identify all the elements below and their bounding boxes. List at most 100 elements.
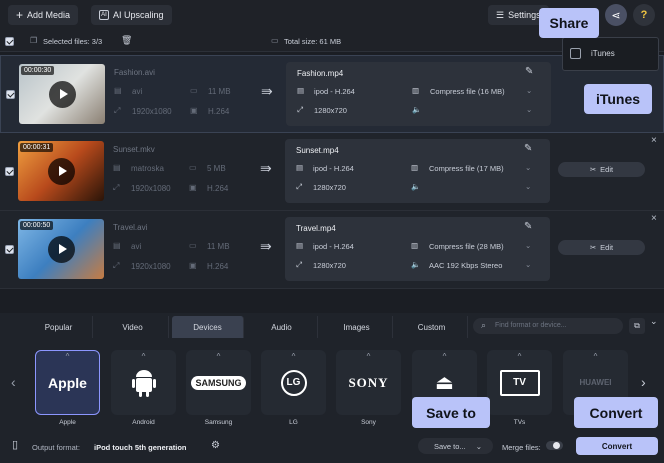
- merge-toggle[interactable]: [546, 441, 563, 450]
- expand-caret-icon[interactable]: ^: [336, 352, 401, 361]
- expand-caret-icon[interactable]: ^: [35, 352, 100, 361]
- play-icon[interactable]: [49, 81, 76, 108]
- file-checkbox[interactable]: [6, 90, 15, 99]
- device-label: Samsung: [204, 419, 233, 426]
- gear-icon[interactable]: ⚙: [211, 440, 220, 451]
- expand-caret-icon[interactable]: ^: [412, 352, 477, 361]
- chevron-down-icon[interactable]: ⌄: [525, 163, 531, 172]
- expand-caret-icon[interactable]: ^: [111, 352, 176, 361]
- pencil-icon[interactable]: ✎: [524, 143, 532, 154]
- add-media-button[interactable]: + Add Media: [8, 5, 79, 25]
- lg-logo: LG: [280, 369, 307, 396]
- codec-icon: ▣: [189, 261, 197, 270]
- file-checkbox[interactable]: [5, 245, 14, 254]
- list-empty-area: [0, 289, 664, 313]
- edit-button[interactable]: ✂ Edit: [558, 162, 645, 177]
- file-row[interactable]: 00:00:31 Sunset.mkv ▤ matroska ▭ 5 MB ⤢ …: [0, 133, 664, 211]
- output-resolution: 1280x720: [313, 183, 346, 192]
- carousel-right-icon[interactable]: ›: [641, 374, 646, 390]
- collapse-chevron-icon[interactable]: ⌄: [650, 316, 658, 327]
- search-input[interactable]: ⌕ Find format or device...: [473, 318, 623, 334]
- close-icon[interactable]: ×: [651, 135, 657, 146]
- tab-images[interactable]: Images: [321, 316, 393, 338]
- source-format: avi: [132, 87, 143, 96]
- play-icon[interactable]: [48, 158, 75, 185]
- output-settings[interactable]: Travel.mp4 ✎ ▤ ipod - H.264 ▥ Compress f…: [285, 217, 550, 281]
- tv-icon: TV: [499, 369, 540, 396]
- resize-icon: ⤢: [297, 105, 303, 114]
- search-icon: ⌕: [481, 320, 487, 330]
- output-filename: Travel.mp4: [296, 224, 336, 233]
- share-button[interactable]: ⋖: [605, 4, 627, 26]
- tab-audio[interactable]: Audio: [246, 316, 318, 338]
- source-size: 5 MB: [207, 164, 226, 173]
- scissors-icon: ✂: [589, 243, 597, 252]
- compress-icon: ▥: [411, 163, 419, 172]
- merge-files-label: Merge files:: [502, 443, 541, 452]
- play-icon[interactable]: [48, 236, 75, 263]
- folder-icon: ▭: [190, 86, 198, 95]
- tab-devices[interactable]: Devices: [172, 316, 244, 338]
- source-format: matroska: [131, 164, 164, 173]
- huawei-logo: HUAWEI: [579, 378, 612, 387]
- tab-video[interactable]: Video: [97, 316, 169, 338]
- apple-logo: Apple: [48, 374, 87, 391]
- source-resolution: 1920x1080: [131, 262, 171, 271]
- output-format-label: Output format:: [32, 443, 80, 452]
- pencil-icon[interactable]: ✎: [524, 221, 532, 232]
- scissors-icon: ✂: [589, 165, 597, 174]
- video-thumbnail[interactable]: 00:00:30: [19, 64, 105, 124]
- output-settings[interactable]: Fashion.mp4 ✎ ▤ ipod - H.264 ▥ Compress …: [286, 62, 551, 126]
- file-row[interactable]: 00:00:50 Travel.avi ▤ avi ▭ 11 MB ⤢ 1920…: [0, 211, 664, 289]
- film-icon: ▤: [114, 86, 122, 95]
- itunes-menu-item[interactable]: iTunes: [591, 49, 615, 58]
- audio-setting[interactable]: AAC 192 Kbps Stereo: [429, 261, 502, 270]
- sony-logo: SONY: [348, 374, 389, 390]
- video-thumbnail[interactable]: 00:00:50: [18, 219, 104, 279]
- duration-badge: 00:00:30: [21, 66, 55, 75]
- source-size: 11 MB: [207, 242, 230, 251]
- film-icon: ▤: [296, 241, 304, 250]
- itunes-checkbox[interactable]: [570, 48, 581, 59]
- format-info-icon[interactable]: ⧉: [629, 318, 645, 334]
- save-to-dropdown[interactable]: Save to... ⌄: [418, 438, 493, 454]
- tab-popular[interactable]: Popular: [25, 316, 93, 338]
- tab-custom[interactable]: Custom: [396, 316, 468, 338]
- chevron-down-icon[interactable]: ⌄: [526, 86, 532, 95]
- pencil-icon[interactable]: ✎: [525, 66, 533, 77]
- compress-setting[interactable]: Compress file (16 MB): [430, 87, 505, 96]
- chevron-down-icon[interactable]: ⌄: [525, 241, 531, 250]
- help-button[interactable]: ?: [633, 4, 655, 26]
- expand-caret-icon[interactable]: ^: [186, 352, 251, 361]
- save-to-tooltip: Save to: [412, 397, 490, 428]
- expand-caret-icon[interactable]: ^: [261, 352, 326, 361]
- codec-icon: ▣: [190, 106, 198, 115]
- device-label: Sony: [361, 419, 376, 426]
- resize-icon: ⤢: [113, 183, 120, 192]
- select-all-checkbox[interactable]: [5, 37, 14, 46]
- chevron-down-icon[interactable]: ⌄: [525, 260, 531, 269]
- ai-upscaling-button[interactable]: AI AI Upscaling: [91, 5, 172, 25]
- chevron-down-icon[interactable]: ⌄: [525, 182, 531, 191]
- edit-button[interactable]: ✂ Edit: [558, 240, 645, 255]
- compress-setting[interactable]: Compress file (28 MB): [429, 242, 504, 251]
- expand-caret-icon[interactable]: ^: [487, 352, 552, 361]
- chevron-down-icon[interactable]: ⌄: [526, 105, 532, 114]
- trash-icon[interactable]: 🗑: [121, 35, 132, 46]
- carousel-left-icon[interactable]: ‹: [11, 374, 16, 390]
- output-filename: Sunset.mp4: [296, 146, 339, 155]
- expand-caret-icon[interactable]: ^: [563, 352, 628, 361]
- compress-icon: ▥: [411, 241, 419, 250]
- duration-badge: 00:00:50: [20, 221, 54, 230]
- duration-badge: 00:00:31: [20, 143, 54, 152]
- output-settings[interactable]: Sunset.mp4 ✎ ▤ ipod - H.264 ▥ Compress f…: [285, 139, 550, 203]
- compress-setting[interactable]: Compress file (17 MB): [429, 164, 504, 173]
- film-icon: ▤: [297, 86, 305, 95]
- video-thumbnail[interactable]: 00:00:31: [18, 141, 104, 201]
- files-icon: ❐: [30, 36, 38, 45]
- close-icon[interactable]: ×: [651, 213, 657, 224]
- convert-button[interactable]: Convert: [576, 437, 658, 455]
- file-checkbox[interactable]: [5, 167, 14, 176]
- film-icon: ▤: [113, 163, 121, 172]
- share-menu: iTunes: [562, 37, 659, 71]
